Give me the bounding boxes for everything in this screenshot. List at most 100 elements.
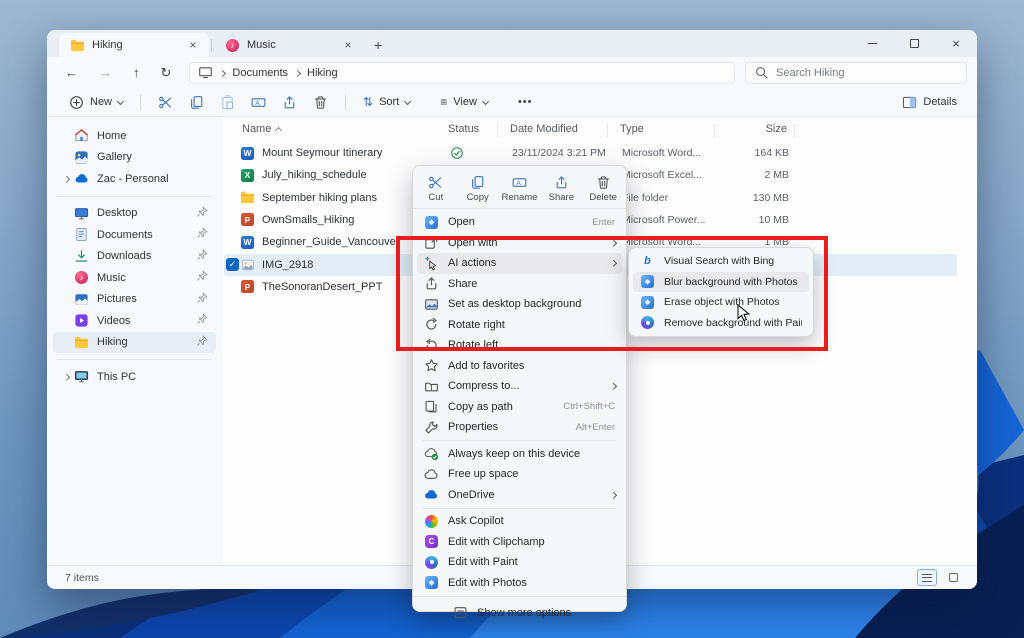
column-header-status[interactable]: Status xyxy=(448,123,479,135)
menu-item-ask-copilot[interactable]: Ask Copilot xyxy=(417,511,622,532)
checkbox-checked-icon[interactable]: ✓ xyxy=(226,258,239,271)
pin-icon xyxy=(196,270,212,285)
chevron-right-icon[interactable] xyxy=(63,176,69,182)
column-header-date[interactable]: Date Modified xyxy=(510,123,578,135)
menu-item-copy-as-path[interactable]: Copy as path Ctrl+Shift+C xyxy=(417,397,622,418)
sidebar-item-downloads[interactable]: Downloads xyxy=(53,246,216,268)
view-button[interactable]: ≡ View xyxy=(434,92,494,112)
caption-buttons: × xyxy=(851,30,977,57)
rename-quick-button[interactable]: ARename xyxy=(500,172,538,206)
details-button-label: Details xyxy=(923,96,957,108)
cut-quick-button[interactable]: Cut xyxy=(417,172,455,206)
rename-button[interactable]: A xyxy=(245,92,272,113)
copy-quick-button[interactable]: Copy xyxy=(459,172,497,206)
sort-button[interactable]: ⇅ Sort xyxy=(357,92,416,112)
menu-item-add-to-favorites[interactable]: Add to favorites xyxy=(417,356,622,377)
menu-item-compress-to-[interactable]: Compress to... xyxy=(417,376,622,397)
navigation-pane: Home Gallery Zac - Personal Desktop Docu… xyxy=(47,117,222,565)
menu-item-open-with[interactable]: Open with xyxy=(417,233,622,254)
sidebar-item-videos[interactable]: Videos xyxy=(53,310,216,332)
up-button[interactable]: ↑ xyxy=(133,65,140,80)
cut-button[interactable] xyxy=(152,92,179,113)
menu-item-label: Open xyxy=(448,216,586,228)
sidebar-item-documents[interactable]: Documents xyxy=(53,224,216,246)
sidebar-item-this-pc[interactable]: This PC xyxy=(53,366,216,388)
thumbnail-view-toggle[interactable] xyxy=(943,569,963,586)
delete-button[interactable] xyxy=(307,92,334,113)
menu-item-edit-with-clipchamp[interactable]: C Edit with Clipchamp xyxy=(417,532,622,553)
file-date: 23/11/2024 3:21 PM xyxy=(512,147,606,159)
menu-item-rotate-right[interactable]: Rotate right xyxy=(417,315,622,336)
ai-actions-icon xyxy=(424,256,439,271)
submenu-item-visual-search-with-bing[interactable]: b Visual Search with Bing xyxy=(633,251,809,272)
see-more-button[interactable]: ••• xyxy=(512,93,539,111)
sidebar-item-hiking[interactable]: Hiking xyxy=(53,332,216,354)
refresh-button[interactable]: ↻ xyxy=(161,65,172,81)
menu-item-label: Edit with Clipchamp xyxy=(448,536,615,548)
photos-app-icon xyxy=(424,215,439,230)
column-header-name[interactable]: Name xyxy=(242,123,281,135)
delete-quick-button[interactable]: Delete xyxy=(584,172,622,206)
minimize-button[interactable] xyxy=(851,30,893,57)
breadcrumb-hiking[interactable]: Hiking xyxy=(307,67,338,79)
copy-button[interactable] xyxy=(183,92,210,113)
minimize-icon xyxy=(868,43,877,44)
menu-item-open[interactable]: Open Enter xyxy=(417,212,622,233)
menu-item-edit-with-paint[interactable]: Edit with Paint xyxy=(417,552,622,573)
paint-icon xyxy=(424,555,439,570)
chevron-right-icon[interactable] xyxy=(63,374,69,380)
search-input[interactable] xyxy=(776,67,958,79)
menu-item-ai-actions[interactable]: AI actions xyxy=(417,253,622,274)
menu-item-properties[interactable]: Properties Alt+Enter xyxy=(417,417,622,438)
submenu-arrow-icon xyxy=(610,383,616,389)
column-header-type[interactable]: Type xyxy=(620,123,644,135)
menu-item-onedrive[interactable]: OneDrive xyxy=(417,485,622,506)
tab-close-icon[interactable]: × xyxy=(186,38,200,52)
submenu-item-blur-background-with-photos[interactable]: Blur background with Photos xyxy=(633,272,809,293)
menu-item-label: Free up space xyxy=(448,468,615,480)
submenu-item-erase-object-with-photos[interactable]: Erase object with Photos xyxy=(633,292,809,313)
paste-button[interactable] xyxy=(214,92,241,113)
share-quick-button[interactable]: Share xyxy=(542,172,580,206)
menu-item-always-keep-on-this-device[interactable]: Always keep on this device xyxy=(417,444,622,465)
details-pane-button[interactable]: Details xyxy=(896,92,963,113)
maximize-icon xyxy=(910,39,919,48)
details-view-toggle[interactable] xyxy=(917,569,937,586)
file-row-mount-seymour-itinerary[interactable]: W Mount Seymour Itinerary 23/11/2024 3:2… xyxy=(224,142,957,164)
tab-close-icon[interactable]: × xyxy=(341,38,355,52)
pin-icon xyxy=(196,249,212,264)
sidebar-item-gallery[interactable]: Gallery xyxy=(53,147,216,169)
column-header-size[interactable]: Size xyxy=(722,123,787,135)
breadcrumb[interactable]: Documents Hiking xyxy=(189,62,735,84)
close-button[interactable]: × xyxy=(935,30,977,57)
tab-hiking[interactable]: Hiking× xyxy=(59,33,209,57)
share-button[interactable] xyxy=(276,92,303,113)
menu-item-share[interactable]: Share xyxy=(417,274,622,295)
menu-item-set-as-desktop-background[interactable]: Set as desktop background xyxy=(417,294,622,315)
menu-item-label: Edit with Paint xyxy=(448,556,615,568)
maximize-button[interactable] xyxy=(893,30,935,57)
menu-item-show-more-options[interactable]: Show more options xyxy=(417,601,622,624)
view-lines-icon: ≡ xyxy=(440,95,447,109)
sidebar-item-pictures[interactable]: Pictures xyxy=(53,289,216,311)
submenu-item-remove-background-with-paint[interactable]: Remove background with Paint xyxy=(633,313,809,334)
back-button[interactable]: ← xyxy=(65,65,78,80)
menu-item-rotate-left[interactable]: Rotate left xyxy=(417,335,622,356)
menu-item-free-up-space[interactable]: Free up space xyxy=(417,464,622,485)
show-more-icon xyxy=(453,605,468,620)
file-type: File folder xyxy=(622,192,668,204)
sidebar-item-home[interactable]: Home xyxy=(53,125,216,147)
share-icon xyxy=(554,175,569,190)
new-tab-button[interactable]: + xyxy=(374,37,382,53)
quick-action-label: Delete xyxy=(589,192,616,203)
search-box[interactable] xyxy=(745,62,967,84)
sidebar-item-desktop[interactable]: Desktop xyxy=(53,203,216,225)
menu-item-edit-with-photos[interactable]: Edit with Photos xyxy=(417,573,622,594)
new-button[interactable]: New xyxy=(63,92,129,113)
forward-button[interactable]: → xyxy=(99,65,112,80)
tab-music[interactable]: ♪Music× xyxy=(214,33,364,57)
menu-item-label: Open with xyxy=(448,237,605,249)
breadcrumb-documents[interactable]: Documents xyxy=(232,67,288,79)
sidebar-item-music[interactable]: ♪ Music xyxy=(53,267,216,289)
sidebar-item-zac-personal[interactable]: Zac - Personal xyxy=(53,168,216,190)
